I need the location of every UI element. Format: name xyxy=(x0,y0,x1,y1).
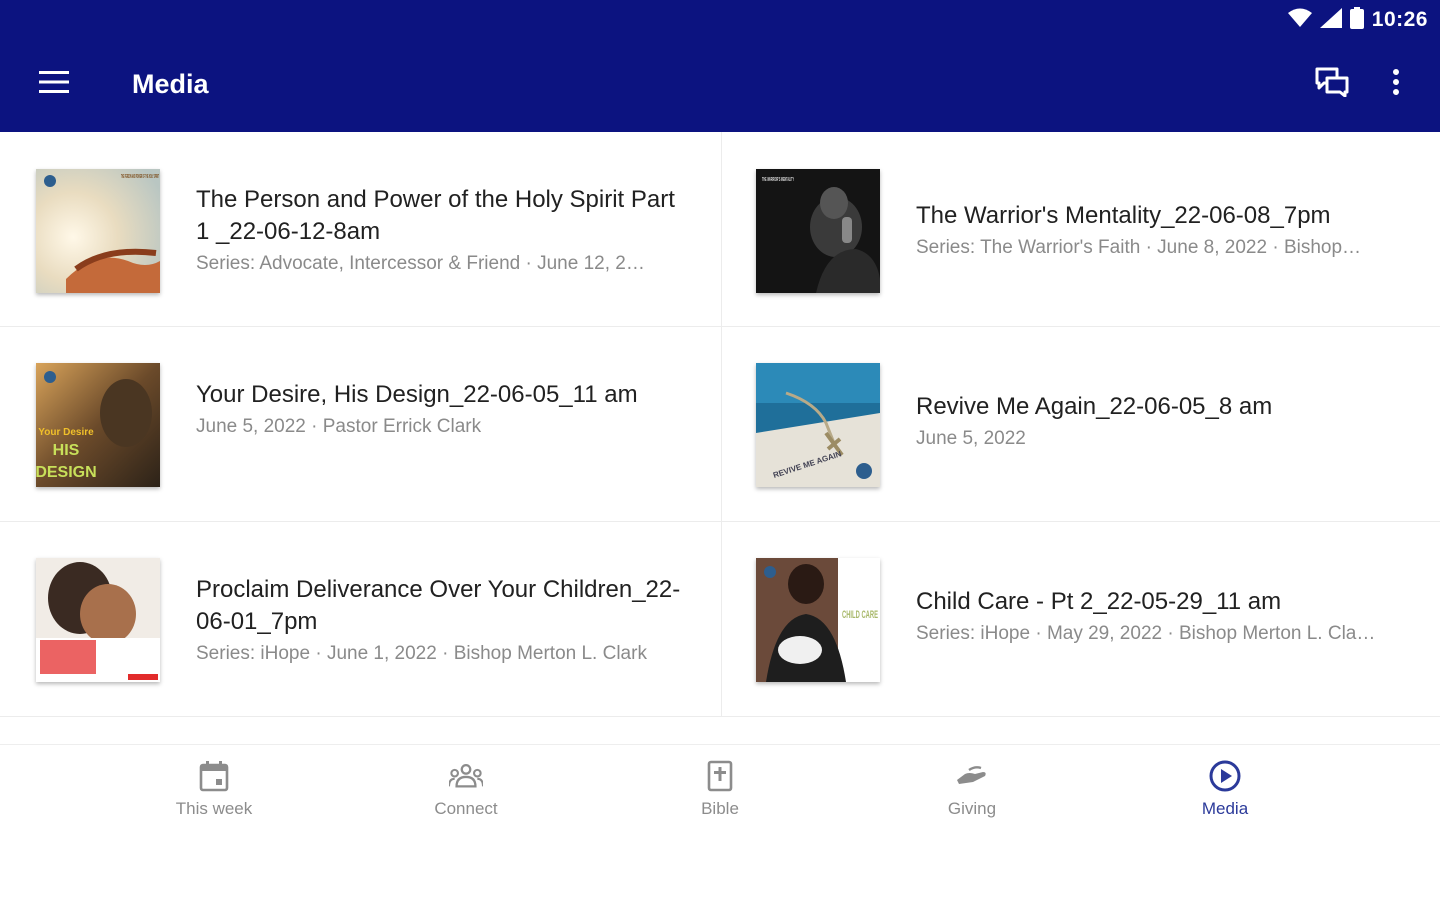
menu-button[interactable] xyxy=(28,64,80,104)
nav-label: Connect xyxy=(434,799,498,818)
page-title: Media xyxy=(132,69,209,99)
media-thumbnail: CHILD CARE xyxy=(756,558,880,682)
nav-label: This week xyxy=(175,799,253,818)
battery-icon xyxy=(1349,6,1364,34)
nav-this-week[interactable]: This week xyxy=(144,759,284,829)
thumb-text: HIS xyxy=(53,442,80,459)
media-meta: June 5, 2022 · Pastor Errick Clark xyxy=(196,416,482,437)
toolbar: Media xyxy=(0,52,1440,116)
nav-label: Media xyxy=(1201,799,1249,818)
media-title: Child Care - Pt 2_22-05-29_11 am xyxy=(916,588,1282,615)
media-title: Revive Me Again_22-06-05_8 am xyxy=(916,393,1273,420)
media-meta: Series: iHope · May 29, 2022 · Bishop Me… xyxy=(916,623,1376,644)
wifi-icon xyxy=(1287,8,1312,33)
media-item[interactable]: THE WARRIOR'S MENTALITY The Warrior's Me… xyxy=(720,132,1440,327)
media-meta: Series: Advocate, Intercessor & Friend ·… xyxy=(196,253,645,274)
media-meta: June 5, 2022 xyxy=(916,428,1026,449)
media-item[interactable]: Your Desire HIS DESIGN Your Desire, His … xyxy=(0,327,720,522)
media-meta: Series: The Warrior's Faith · June 8, 20… xyxy=(916,237,1362,258)
thumb-text: DESIGN xyxy=(36,464,97,481)
nav-label: Giving xyxy=(947,799,997,818)
media-meta: Series: iHope · June 1, 2022 · Bishop Me… xyxy=(196,643,647,664)
nav-label: Bible xyxy=(701,799,739,818)
thumb-text: CHILD CARE xyxy=(842,609,878,621)
status-bar: 10:26 xyxy=(1287,6,1428,34)
media-thumbnail: THE WARRIOR'S MENTALITY xyxy=(756,169,880,293)
media-item[interactable]: Proclaim Deliverance Over Your Children_… xyxy=(0,522,720,717)
nav-bible[interactable]: Bible xyxy=(650,759,790,829)
more-vert-icon xyxy=(1392,68,1400,101)
media-thumbnail xyxy=(36,558,160,682)
media-thumbnail: REVIVE ME AGAIN xyxy=(756,363,880,487)
bottom-navigation: This week Connect Bible Giving Media xyxy=(0,744,1440,900)
media-thumbnail: Your Desire HIS DESIGN xyxy=(36,363,160,487)
bible-icon xyxy=(703,759,737,793)
media-item[interactable]: THE PERSON AND POWER OF THE HOLY SPIRIT … xyxy=(0,132,720,327)
app-root: 10:26 Media THE PERSON AND POWER OF THE … xyxy=(0,0,1440,900)
media-title: Your Desire, His Design_22-06-05_11 am xyxy=(196,381,638,408)
app-bar: 10:26 Media xyxy=(0,0,1440,132)
thumb-text: Your Desire xyxy=(38,427,94,438)
media-title: The Person and Power of the Holy Spirit … xyxy=(196,186,675,245)
media-list: THE PERSON AND POWER OF THE HOLY SPIRIT … xyxy=(0,132,1440,744)
media-item[interactable]: CHILD CARE Child Care - Pt 2_22-05-29_11… xyxy=(720,522,1440,717)
media-item[interactable]: REVIVE ME AGAIN Revive Me Again_22-06-05… xyxy=(720,327,1440,522)
nav-media[interactable]: Media xyxy=(1155,759,1295,829)
calendar-icon xyxy=(197,759,231,793)
thumb-text: THE PERSON AND POWER OF THE HOLY SPIRIT xyxy=(121,174,159,180)
group-icon xyxy=(449,759,483,793)
thumb-text: THE WARRIOR'S MENTALITY xyxy=(762,177,794,183)
media-thumbnail: THE PERSON AND POWER OF THE HOLY SPIRIT xyxy=(36,169,160,293)
signal-icon xyxy=(1319,7,1342,33)
play-circle-icon xyxy=(1208,759,1242,793)
status-time: 10:26 xyxy=(1371,8,1428,31)
messages-button[interactable] xyxy=(1308,64,1356,104)
media-title: The Warrior's Mentality_22-06-08_7pm xyxy=(916,202,1331,229)
media-title: Proclaim Deliverance Over Your Children_… xyxy=(196,576,681,635)
hamburger-menu-icon xyxy=(39,70,69,98)
more-options-button[interactable] xyxy=(1378,64,1414,104)
nav-giving[interactable]: Giving xyxy=(902,759,1042,829)
giving-hand-icon xyxy=(955,759,989,793)
chat-bubbles-icon xyxy=(1315,67,1349,102)
nav-connect[interactable]: Connect xyxy=(396,759,536,829)
